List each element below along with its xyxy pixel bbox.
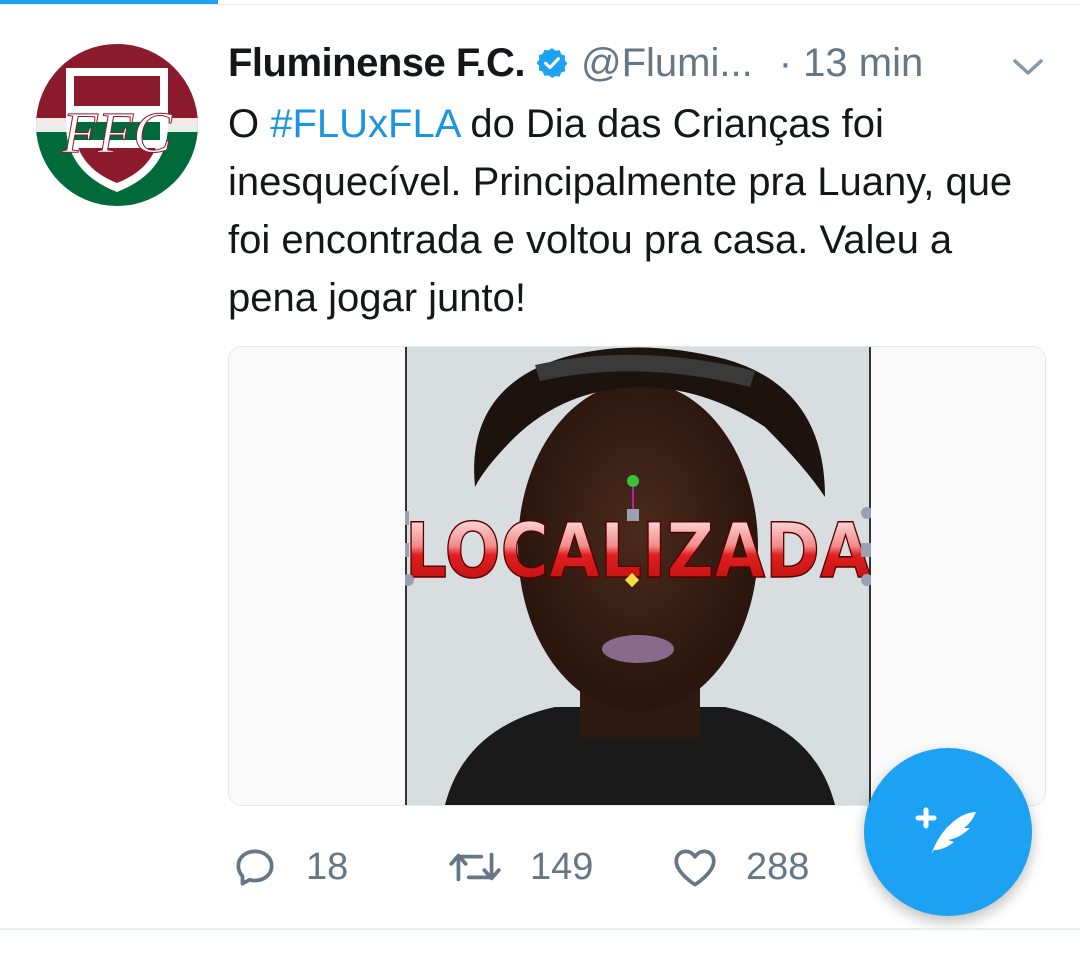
retweet-count: 149: [530, 845, 594, 888]
like-count: 288: [746, 845, 810, 888]
crest-monogram: FFC: [61, 100, 173, 165]
reply-count: 18: [306, 845, 349, 888]
tweet-text-prefix: O: [228, 102, 271, 146]
time-label: 13 min: [803, 40, 924, 85]
reply-icon: [236, 849, 274, 886]
separator-dot: ·: [778, 40, 793, 85]
user-handle[interactable]: @Flumi...: [581, 41, 753, 86]
compose-tweet-button[interactable]: [864, 748, 1032, 916]
avatar[interactable]: FFC: [36, 44, 198, 206]
reply-button[interactable]: 18: [230, 838, 348, 896]
retweet-icon: [449, 852, 501, 882]
compose-tweet-icon: [915, 807, 976, 858]
photo-image: LOCALIZADA: [405, 347, 871, 805]
club-crest-icon: FFC: [36, 44, 198, 206]
tweet-media[interactable]: LOCALIZADA: [228, 346, 1046, 806]
divider: [0, 4, 1080, 5]
retweet-button[interactable]: 149: [446, 838, 593, 896]
hashtag-link[interactable]: #FLUxFLA: [270, 102, 459, 146]
localizada-label: LOCALIZADA: [405, 506, 871, 595]
tweet-actions: 18 149 288: [230, 838, 930, 896]
divider: [0, 928, 1080, 930]
verified-badge-icon: [535, 46, 569, 80]
chevron-down-icon[interactable]: [1010, 55, 1046, 84]
tweet-header: Fluminense F.C. @Flumi... · 13 min: [228, 38, 923, 88]
timestamp: · 13 min: [779, 41, 924, 86]
display-name[interactable]: Fluminense F.C.: [228, 41, 526, 86]
tweet-text: O #FLUxFLA do Dia das Crianças foi inesq…: [228, 95, 1048, 327]
like-button[interactable]: 288: [670, 838, 809, 896]
heart-icon: [674, 849, 716, 887]
